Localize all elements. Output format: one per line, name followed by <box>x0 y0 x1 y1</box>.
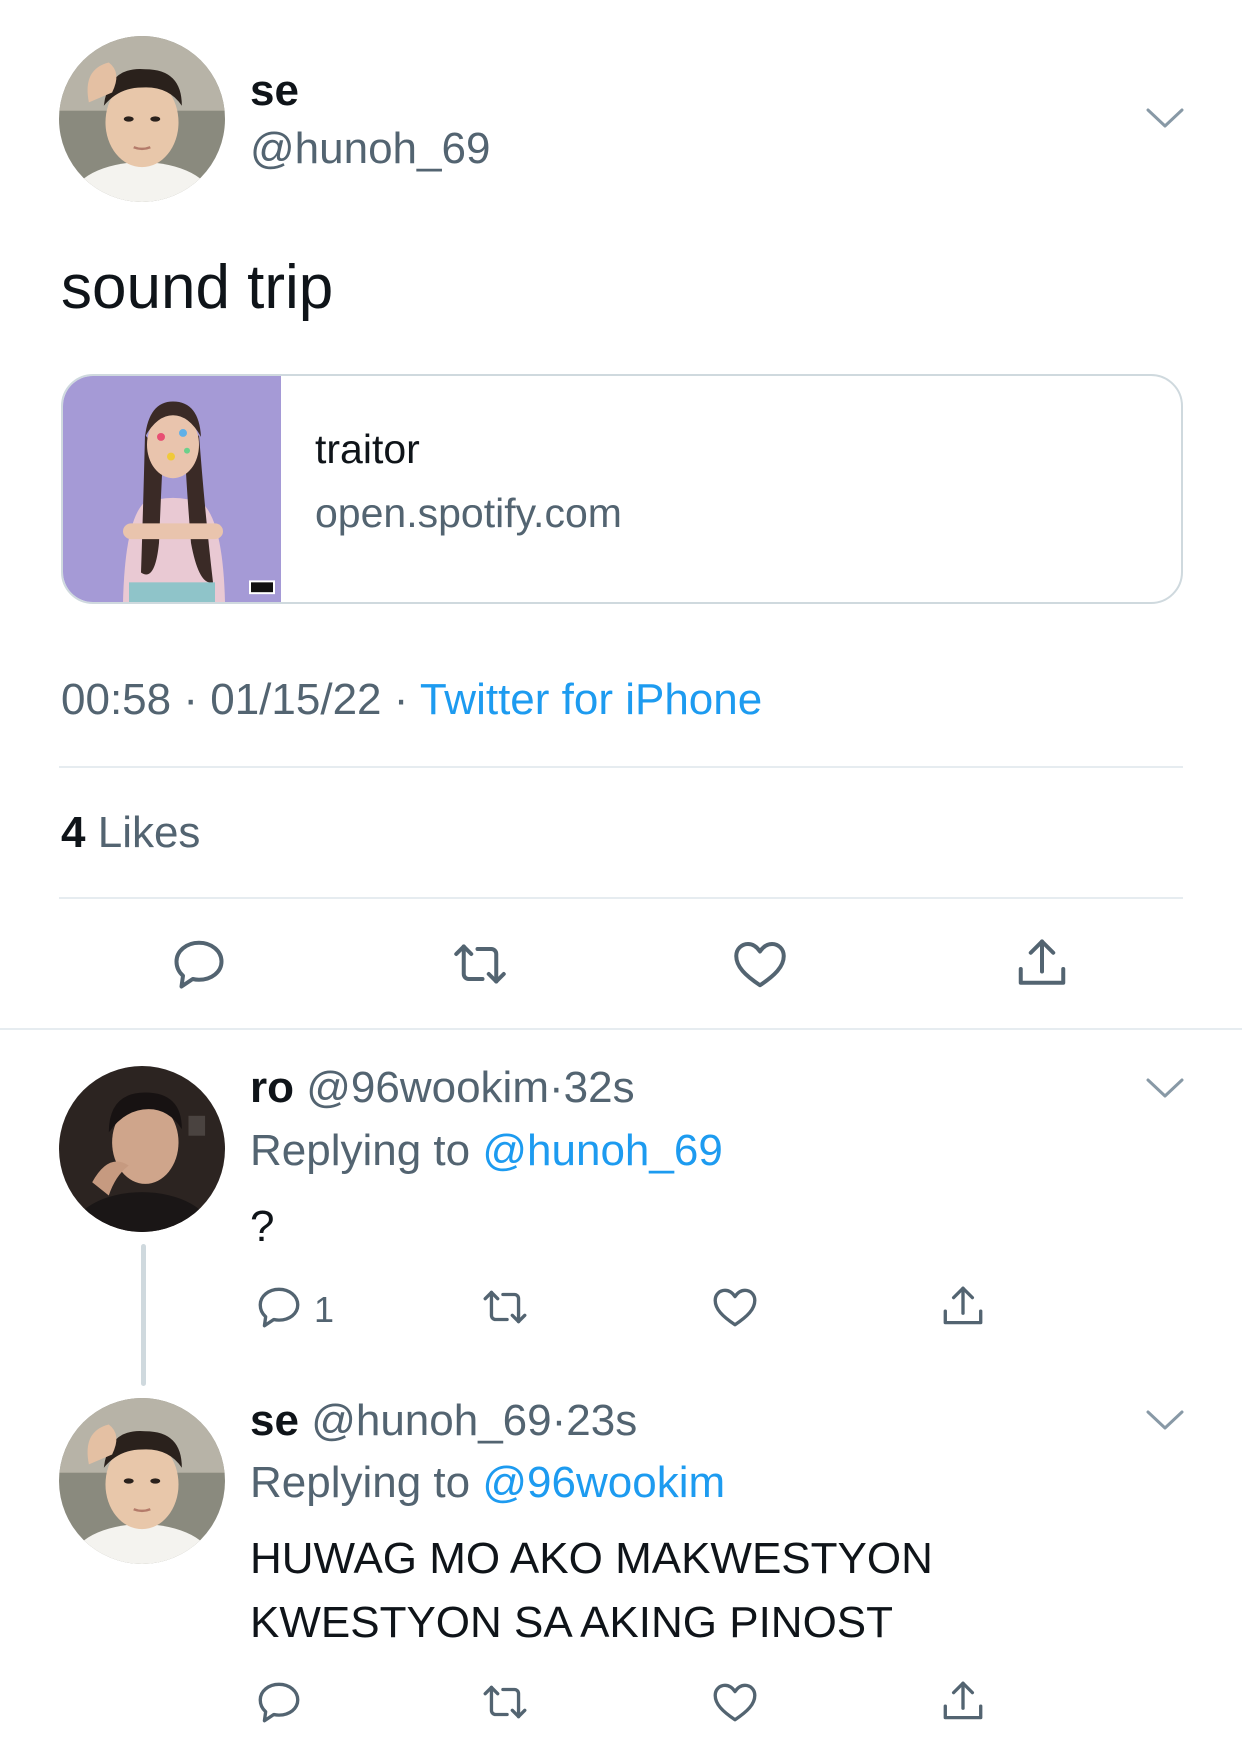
reply-icon[interactable] <box>169 934 229 994</box>
chevron-down-icon[interactable] <box>1145 106 1185 130</box>
reply-count: 1 <box>314 1289 335 1330</box>
tweet-time: 00:58 <box>61 675 172 724</box>
divider <box>0 1028 1242 1030</box>
reply-text-line: HUWAG MO AKO MAKWESTYON <box>250 1534 933 1583</box>
reply-author-name[interactable]: se <box>250 1396 299 1445</box>
reply-header: ro @96wookim·32s <box>250 1063 635 1113</box>
replying-mention-link[interactable]: @96wookim <box>482 1458 725 1507</box>
tweet-metadata: 00:58 · 01/15/22 · Twitter for iPhone <box>61 675 762 725</box>
reply-author-avatar[interactable] <box>59 1398 225 1564</box>
tweet-text: sound trip <box>61 253 334 322</box>
reply-author-handle[interactable]: @hunoh_69 <box>311 1396 551 1445</box>
replying-label: Replying to <box>250 1126 471 1175</box>
replying-label: Replying to <box>250 1458 471 1507</box>
reply-text-line: KWESTYON SA AKING PINOST <box>250 1598 894 1647</box>
separator: · <box>393 675 420 724</box>
reply-header: se @hunoh_69·23s <box>250 1396 637 1446</box>
reply-icon[interactable] <box>254 1282 304 1332</box>
retweet-icon[interactable] <box>480 1282 530 1332</box>
likes-number: 4 <box>61 808 86 857</box>
replying-mention-link[interactable]: @hunoh_69 <box>482 1126 722 1175</box>
divider <box>59 766 1183 768</box>
like-icon[interactable] <box>730 934 790 994</box>
share-icon[interactable] <box>1012 934 1072 994</box>
chevron-down-icon[interactable] <box>1145 1076 1185 1100</box>
link-card[interactable]: traitor open.spotify.com <box>61 374 1183 604</box>
separator: · <box>551 1396 567 1445</box>
reply-author-avatar[interactable] <box>59 1066 225 1232</box>
replying-to: Replying to @hunoh_69 <box>250 1126 723 1176</box>
separator: · <box>183 675 211 724</box>
reply-icon[interactable] <box>254 1677 304 1727</box>
likes-count[interactable]: 4 Likes <box>61 808 200 858</box>
chevron-down-icon[interactable] <box>1145 1408 1185 1432</box>
author-avatar[interactable] <box>59 36 225 202</box>
likes-label: Likes <box>97 808 201 857</box>
thread-connector-line <box>141 1244 146 1386</box>
tweet-source-link[interactable]: Twitter for iPhone <box>420 675 762 724</box>
share-icon[interactable] <box>938 1677 988 1727</box>
separator: · <box>549 1063 564 1112</box>
reply-time: 23s <box>566 1396 638 1445</box>
reply-author-handle[interactable]: @96wookim <box>306 1063 549 1112</box>
author-handle[interactable]: @hunoh_69 <box>250 124 490 174</box>
divider <box>59 897 1183 899</box>
tweet-date: 01/15/22 <box>210 675 382 724</box>
share-icon[interactable] <box>938 1282 988 1332</box>
reply-author-name[interactable]: ro <box>250 1063 294 1112</box>
replying-to: Replying to @96wookim <box>250 1458 725 1508</box>
card-domain: open.spotify.com <box>315 490 622 536</box>
retweet-icon[interactable] <box>450 934 510 994</box>
like-icon[interactable] <box>710 1282 760 1332</box>
author-name[interactable]: se <box>250 66 299 116</box>
album-cover-image <box>63 376 281 602</box>
retweet-icon[interactable] <box>480 1677 530 1727</box>
like-icon[interactable] <box>710 1677 760 1727</box>
reply-time: 32s <box>563 1063 635 1112</box>
card-title: traitor <box>315 426 420 472</box>
reply-text: ? <box>250 1202 275 1251</box>
